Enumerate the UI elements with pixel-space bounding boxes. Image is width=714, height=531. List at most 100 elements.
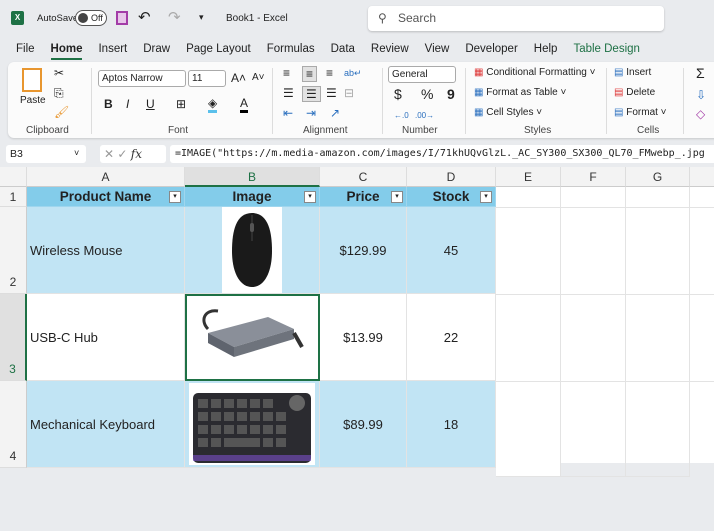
header-image[interactable]: Image ▾ bbox=[185, 187, 320, 207]
column-header-d[interactable]: D bbox=[407, 167, 496, 187]
undo-icon[interactable]: ↶ bbox=[138, 8, 151, 26]
tab-developer[interactable]: Developer bbox=[457, 38, 525, 60]
empty-cells-g[interactable] bbox=[626, 187, 690, 477]
save-icon[interactable] bbox=[116, 11, 128, 25]
tab-page-layout[interactable]: Page Layout bbox=[178, 38, 259, 60]
italic-button[interactable]: I bbox=[126, 97, 129, 111]
cell-a2[interactable]: Wireless Mouse bbox=[27, 207, 185, 294]
tab-file[interactable]: File bbox=[8, 38, 43, 60]
clear-icon[interactable]: ◇ bbox=[696, 107, 705, 121]
wrap-text-icon[interactable]: ab↵ bbox=[344, 66, 362, 80]
align-center-icon[interactable]: ☰ bbox=[302, 86, 321, 102]
number-format-select[interactable]: General bbox=[388, 66, 456, 83]
tab-draw[interactable]: Draw bbox=[135, 38, 178, 60]
currency-button[interactable]: $ bbox=[394, 87, 402, 101]
increase-font-icon[interactable]: A˄ bbox=[231, 71, 246, 85]
font-color-icon[interactable]: A bbox=[240, 96, 249, 113]
redo-icon[interactable]: ↷ bbox=[168, 8, 181, 26]
font-size-select[interactable]: 11 bbox=[188, 70, 226, 87]
row-header-4[interactable]: 4 bbox=[0, 381, 27, 468]
fill-color-icon[interactable]: ◈ bbox=[208, 96, 218, 113]
filter-dropdown-icon[interactable]: ▾ bbox=[304, 191, 316, 203]
align-right-icon[interactable]: ☰ bbox=[326, 86, 337, 100]
cell-a4[interactable]: Mechanical Keyboard bbox=[27, 381, 185, 468]
increase-indent-icon[interactable]: ⇥ bbox=[306, 106, 316, 120]
column-header-c[interactable]: C bbox=[320, 167, 407, 187]
decrease-indent-icon[interactable]: ⇤ bbox=[283, 106, 293, 120]
tab-insert[interactable]: Insert bbox=[90, 38, 135, 60]
row-header-3[interactable]: 3 bbox=[0, 294, 27, 381]
tab-help[interactable]: Help bbox=[526, 38, 566, 60]
decrease-decimal-icon[interactable]: .00→ bbox=[415, 109, 434, 123]
cell-c4[interactable]: $89.99 bbox=[320, 381, 407, 468]
font-name-select[interactable]: Aptos Narrow bbox=[98, 70, 186, 87]
tab-view[interactable]: View bbox=[417, 38, 458, 60]
column-header-b[interactable]: B bbox=[185, 167, 320, 187]
empty-cells-f[interactable] bbox=[561, 187, 626, 477]
align-middle-icon[interactable]: ≡ bbox=[302, 66, 318, 82]
align-left-icon[interactable]: ☰ bbox=[283, 86, 294, 100]
column-header-f[interactable]: F bbox=[561, 167, 626, 187]
percent-button[interactable]: % bbox=[421, 87, 433, 101]
cell-d3[interactable]: 22 bbox=[407, 294, 496, 381]
autosum-icon[interactable]: Σ bbox=[696, 66, 705, 80]
column-header-h[interactable] bbox=[690, 167, 714, 187]
cell-b3[interactable] bbox=[185, 294, 320, 381]
empty-cells-e[interactable] bbox=[496, 187, 561, 477]
format-cells-button[interactable]: ▤ Format ˅ bbox=[614, 106, 667, 120]
cell-b4[interactable] bbox=[185, 381, 320, 468]
header-product-name[interactable]: Product Name ▾ bbox=[27, 187, 185, 207]
row-header-2[interactable]: 2 bbox=[0, 207, 27, 294]
paste-icon[interactable] bbox=[22, 68, 42, 92]
row-header-1[interactable]: 1 bbox=[0, 187, 27, 207]
tab-formulas[interactable]: Formulas bbox=[259, 38, 323, 60]
bold-button[interactable]: B bbox=[104, 97, 113, 111]
cancel-icon[interactable]: ✕ bbox=[104, 147, 117, 161]
decrease-font-icon[interactable]: A˅ bbox=[252, 71, 265, 85]
customize-qat-icon[interactable]: ▾ bbox=[199, 12, 204, 23]
formula-input[interactable]: =IMAGE("https://m.media-amazon.com/image… bbox=[170, 145, 714, 163]
format-painter-icon[interactable]: 🖌 bbox=[54, 105, 69, 119]
cell-styles-button[interactable]: ▦ Cell Styles ˅ bbox=[474, 106, 542, 120]
comma-button[interactable]: 9 bbox=[447, 87, 455, 101]
merge-icon[interactable]: ⊟ bbox=[344, 86, 354, 100]
cell-b2[interactable] bbox=[185, 207, 320, 294]
conditional-formatting-button[interactable]: ▦ Conditional Formatting ˅ bbox=[474, 66, 595, 80]
align-bottom-icon[interactable]: ≡ bbox=[326, 66, 333, 80]
delete-cells-button[interactable]: ▤ Delete bbox=[614, 86, 655, 100]
underline-button[interactable]: U bbox=[146, 97, 155, 111]
column-header-e[interactable]: E bbox=[496, 167, 561, 187]
column-header-a[interactable]: A bbox=[27, 167, 185, 187]
filter-dropdown-icon[interactable]: ▾ bbox=[169, 191, 181, 203]
column-header-g[interactable]: G bbox=[626, 167, 690, 187]
header-price[interactable]: Price ▾ bbox=[320, 187, 407, 207]
paste-button[interactable]: Paste bbox=[20, 94, 46, 108]
fill-icon[interactable]: ⇩ bbox=[696, 88, 706, 102]
cell-c2[interactable]: $129.99 bbox=[320, 207, 407, 294]
cut-icon[interactable]: ✂ bbox=[54, 66, 64, 80]
select-all-corner[interactable] bbox=[0, 167, 27, 187]
autosave-toggle[interactable]: Off bbox=[75, 10, 107, 26]
header-stock[interactable]: Stock ▾ bbox=[407, 187, 496, 207]
borders-icon[interactable]: ⊞ bbox=[176, 97, 186, 111]
increase-decimal-icon[interactable]: ←.0 bbox=[394, 109, 409, 123]
cell-d4[interactable]: 18 bbox=[407, 381, 496, 468]
filter-dropdown-icon[interactable]: ▾ bbox=[480, 191, 492, 203]
insert-cells-button[interactable]: ▤ Insert bbox=[614, 66, 651, 80]
cell-c3[interactable]: $13.99 bbox=[320, 294, 407, 381]
cell-d2[interactable]: 45 bbox=[407, 207, 496, 294]
enter-icon[interactable]: ✓ bbox=[117, 147, 130, 161]
orientation-icon[interactable]: ↗ bbox=[330, 106, 340, 120]
tab-home[interactable]: Home bbox=[43, 38, 91, 60]
search-input[interactable]: ⚲ Search bbox=[368, 6, 664, 31]
name-box-dropdown-icon[interactable]: ˅ bbox=[74, 148, 79, 158]
align-top-icon[interactable]: ≡ bbox=[283, 66, 290, 80]
tab-data[interactable]: Data bbox=[323, 38, 363, 60]
tab-review[interactable]: Review bbox=[363, 38, 417, 60]
cell-a3[interactable]: USB-C Hub bbox=[27, 294, 185, 381]
tab-table-design[interactable]: Table Design bbox=[565, 38, 647, 60]
copy-icon[interactable]: ⎘ bbox=[54, 86, 64, 100]
format-as-table-button[interactable]: ▦ Format as Table ˅ bbox=[474, 86, 566, 100]
filter-dropdown-icon[interactable]: ▾ bbox=[391, 191, 403, 203]
insert-function-button[interactable]: fx bbox=[131, 147, 142, 161]
